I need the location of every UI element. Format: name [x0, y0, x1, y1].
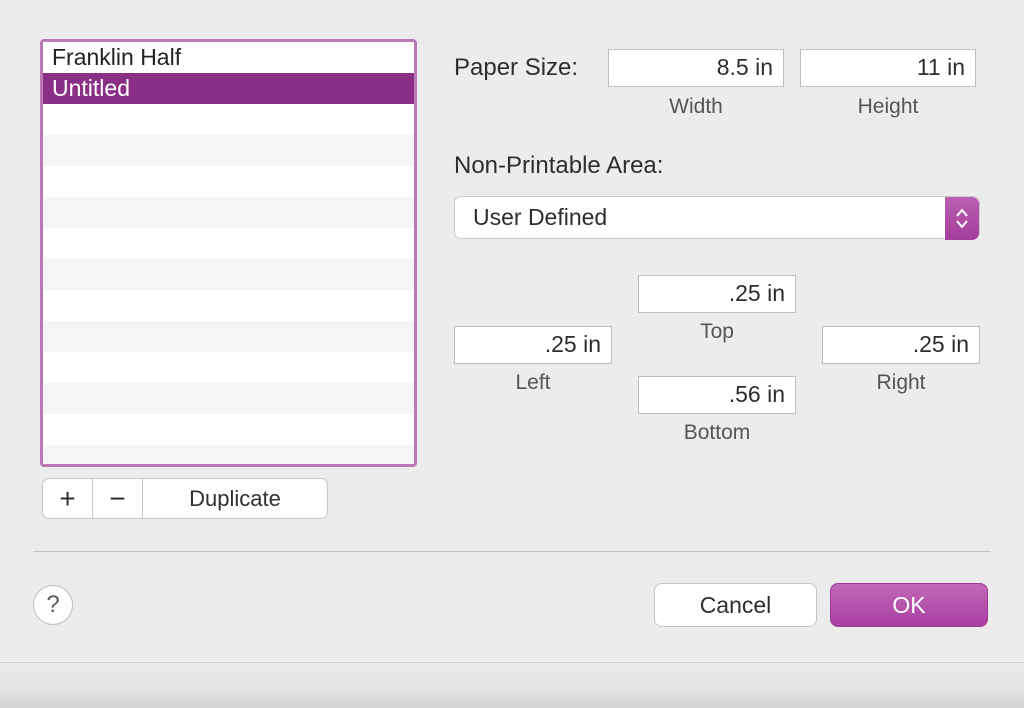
list-controls: + − Duplicate	[42, 478, 328, 519]
paper-size-list[interactable]: Franklin Half Untitled	[40, 39, 417, 467]
paper-size-item[interactable]: Franklin Half	[43, 42, 414, 73]
paper-size-item-selected[interactable]: Untitled	[43, 73, 414, 104]
paper-size-item-empty	[43, 445, 414, 467]
remove-paper-size-button[interactable]: −	[92, 478, 142, 519]
non-printable-area-label: Non-Printable Area:	[454, 152, 663, 180]
width-field[interactable]: 8.5 in	[608, 49, 784, 87]
add-paper-size-button[interactable]: +	[42, 478, 92, 519]
non-printable-area-preset-dropdown[interactable]: User Defined	[454, 196, 980, 239]
width-sublabel: Width	[608, 95, 784, 119]
paper-size-item-empty	[43, 290, 414, 321]
window-bottom-edge	[0, 662, 1024, 708]
paper-size-item-empty	[43, 166, 414, 197]
margin-top-field[interactable]: .25 in	[638, 275, 796, 313]
divider	[33, 551, 991, 552]
paper-size-item-empty	[43, 135, 414, 166]
ok-button[interactable]: OK	[830, 583, 988, 627]
paper-size-item-empty	[43, 383, 414, 414]
paper-size-item-empty	[43, 414, 414, 445]
dropdown-value: User Defined	[473, 204, 607, 231]
paper-size-item-empty	[43, 259, 414, 290]
paper-size-item-empty	[43, 321, 414, 352]
paper-size-item-empty	[43, 197, 414, 228]
margin-top-label: Top	[638, 320, 796, 344]
duplicate-paper-size-button[interactable]: Duplicate	[142, 478, 328, 519]
paper-size-item-empty	[43, 104, 414, 135]
margin-bottom-field[interactable]: .56 in	[638, 376, 796, 414]
paper-size-label: Paper Size:	[454, 54, 578, 82]
help-button[interactable]: ?	[33, 585, 73, 625]
height-field[interactable]: 11 in	[800, 49, 976, 87]
margin-right-label: Right	[822, 371, 980, 395]
height-sublabel: Height	[800, 95, 976, 119]
margin-left-field[interactable]: .25 in	[454, 326, 612, 364]
margin-bottom-label: Bottom	[638, 421, 796, 445]
margin-left-label: Left	[454, 371, 612, 395]
paper-size-item-empty	[43, 352, 414, 383]
margin-right-field[interactable]: .25 in	[822, 326, 980, 364]
paper-size-item-empty	[43, 228, 414, 259]
cancel-button[interactable]: Cancel	[654, 583, 817, 627]
dropdown-stepper-icon	[945, 197, 979, 240]
